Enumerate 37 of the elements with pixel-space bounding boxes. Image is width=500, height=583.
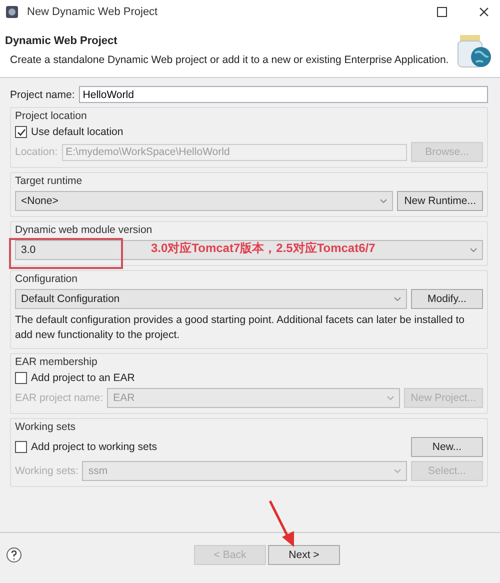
group-title: Project location (15, 110, 88, 122)
group-title: Dynamic web module version (15, 224, 154, 236)
checkbox-label: Add project to working sets (31, 441, 158, 453)
checkbox[interactable] (15, 372, 27, 384)
page-description: Create a standalone Dynamic Web project or add it to a new or existing Enterprise Application. (9, 54, 450, 66)
chevron-down-icon (394, 469, 401, 473)
app-icon (5, 5, 19, 19)
window-title: New Dynamic Web Project (27, 6, 158, 18)
configuration-dropdown[interactable]: Default Configuration (15, 289, 407, 309)
close-icon[interactable] (478, 6, 490, 18)
wizard-button[interactable]: Next > (268, 545, 340, 565)
page-title: Dynamic Web Project (5, 35, 118, 47)
chevron-down-icon (380, 199, 388, 203)
field-label: Project name: (10, 88, 75, 100)
checkbox-label: Use default location (31, 126, 124, 138)
checkbox-label: Add project to an EAR (31, 372, 135, 384)
runtime-dropdown[interactable]: <None> (15, 191, 394, 211)
annotation-note: 3.0对应Tomcat7版本，2.5对应Tomcat6/7 (151, 240, 376, 257)
chevron-down-icon (386, 396, 394, 400)
group-title: Working sets (15, 421, 76, 433)
field-label: Working sets: (15, 465, 78, 477)
modify-button[interactable]: Modify... (411, 289, 483, 309)
group-title: EAR membership (15, 356, 98, 368)
help-icon[interactable] (6, 547, 22, 563)
checkbox[interactable] (15, 126, 27, 138)
chevron-down-icon (394, 297, 401, 301)
maximize-icon[interactable] (436, 6, 448, 18)
configuration-description: The default configuration provides a good starting point. Additional facets can later be installed to add new functionality to the project. (15, 313, 466, 343)
field-label: Location: (15, 146, 58, 158)
group-title: Target runtime (15, 175, 84, 187)
field-label: EAR project name: (15, 392, 104, 404)
checkbox[interactable] (15, 441, 27, 453)
new-button[interactable]: New... (411, 437, 483, 457)
new-runtime-button[interactable]: New Runtime... (397, 191, 483, 211)
group-title: Configuration (15, 273, 78, 285)
chevron-down-icon (470, 248, 477, 252)
project-name-field[interactable]: HelloWorld (78, 86, 488, 103)
